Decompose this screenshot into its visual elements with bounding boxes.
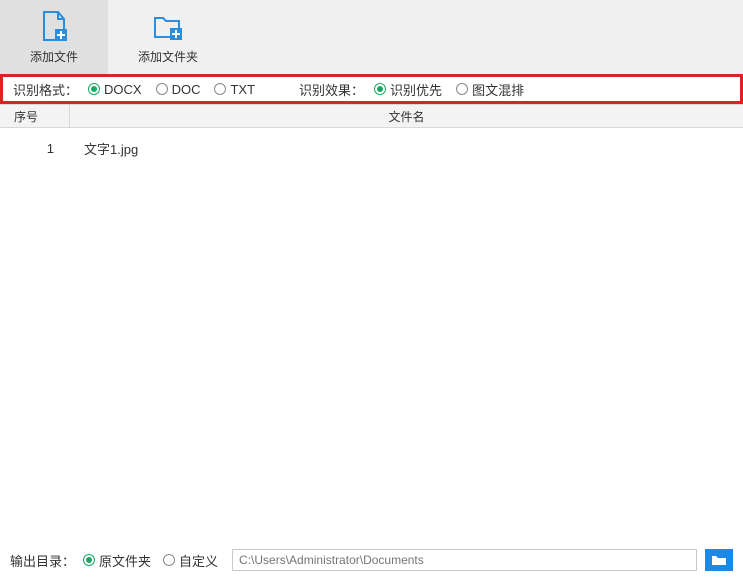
column-header-name[interactable]: 文件名: [70, 105, 743, 127]
toolbar: 添加文件 添加文件夹: [0, 0, 743, 74]
row-filename: 文字1.jpg: [70, 139, 743, 158]
output-label: 输出目录：: [10, 551, 75, 570]
folder-add-icon: [152, 10, 184, 42]
radio-label: 原文件夹: [99, 551, 151, 570]
folder-icon: [711, 553, 727, 567]
table-row[interactable]: 1 文字1.jpg: [0, 128, 743, 168]
browse-folder-button[interactable]: [705, 549, 733, 571]
add-folder-button[interactable]: 添加文件夹: [108, 0, 228, 74]
file-add-icon: [38, 10, 70, 42]
effect-radio-priority[interactable]: 识别优先: [370, 80, 446, 99]
effect-radio-mixed[interactable]: 图文混排: [452, 80, 528, 99]
format-group: 识别格式： DOCX DOC TXT: [13, 80, 259, 99]
table-header: 序号 文件名: [0, 104, 743, 128]
output-radio-custom[interactable]: 自定义: [159, 551, 222, 570]
radio-icon: [456, 83, 468, 95]
radio-label: 自定义: [179, 551, 218, 570]
output-path-input[interactable]: [232, 549, 697, 571]
radio-label: 图文混排: [472, 80, 524, 99]
output-radio-original[interactable]: 原文件夹: [79, 551, 155, 570]
add-folder-label: 添加文件夹: [138, 48, 198, 65]
radio-label: TXT: [230, 82, 255, 97]
add-file-label: 添加文件: [30, 48, 78, 65]
format-label: 识别格式：: [13, 80, 78, 99]
file-list: 1 文字1.jpg: [0, 128, 743, 168]
radio-label: 识别优先: [390, 80, 442, 99]
options-bar: 识别格式： DOCX DOC TXT 识别效果： 识别优先 图文混排: [0, 74, 743, 104]
row-seq: 1: [0, 141, 70, 156]
radio-icon: [88, 83, 100, 95]
radio-icon: [156, 83, 168, 95]
format-radio-docx[interactable]: DOCX: [84, 82, 146, 97]
effect-group: 识别效果： 识别优先 图文混排: [299, 80, 528, 99]
radio-label: DOCX: [104, 82, 142, 97]
output-bar: 输出目录： 原文件夹 自定义: [0, 543, 743, 577]
radio-icon: [83, 554, 95, 566]
effect-label: 识别效果：: [299, 80, 364, 99]
radio-icon: [374, 83, 386, 95]
format-radio-txt[interactable]: TXT: [210, 82, 259, 97]
radio-label: DOC: [172, 82, 201, 97]
add-file-button[interactable]: 添加文件: [0, 0, 108, 74]
radio-icon: [163, 554, 175, 566]
format-radio-doc[interactable]: DOC: [152, 82, 205, 97]
radio-icon: [214, 83, 226, 95]
column-header-seq[interactable]: 序号: [0, 105, 70, 127]
